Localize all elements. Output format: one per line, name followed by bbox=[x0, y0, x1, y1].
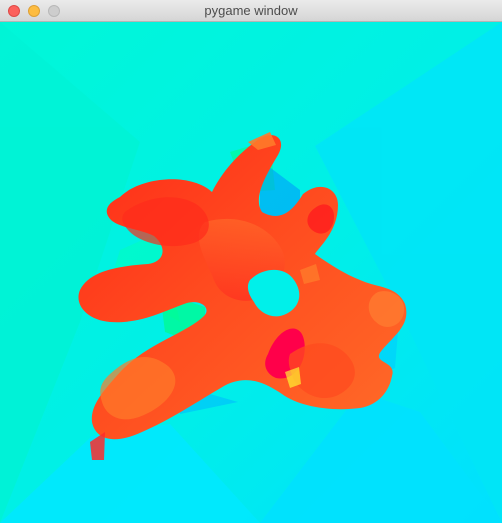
window-title: pygame window bbox=[204, 3, 298, 18]
title-bar[interactable]: pygame window bbox=[0, 0, 502, 22]
render-canvas[interactable] bbox=[0, 22, 502, 523]
pygame-window: pygame window bbox=[0, 0, 502, 523]
